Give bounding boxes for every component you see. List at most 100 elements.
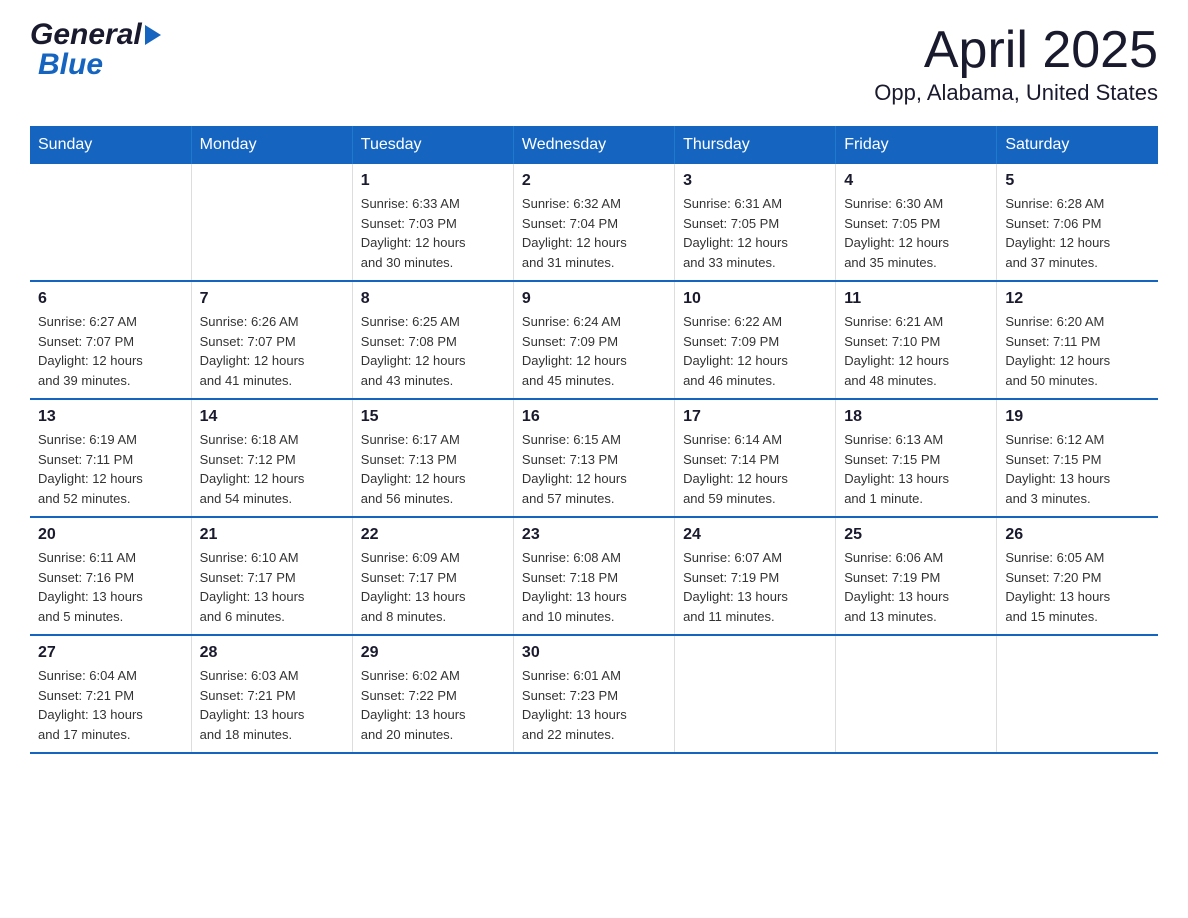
day-number: 28 — [200, 644, 344, 662]
calendar-cell-w1-d4: 2 Sunrise: 6:32 AM Sunset: 7:04 PM Daylig… — [513, 164, 674, 281]
logo-blue-text: Blue — [38, 48, 103, 81]
calendar-cell-w5-d6 — [836, 635, 997, 753]
day-number: 19 — [1005, 408, 1150, 426]
day-number: 26 — [1005, 526, 1150, 544]
calendar-cell-w4-d3: 22Sunrise: 6:09 AM Sunset: 7:17 PM Dayli… — [352, 517, 513, 635]
title-section: April 2025 Opp, Alabama, United States — [874, 20, 1158, 106]
calendar-cell-w5-d3: 29 Sunrise: 6:02 AM Sunset: 7:22 PM Dayli… — [352, 635, 513, 753]
calendar-cell-w1-d6: 4 Sunrise: 6:30 AM Sunset: 7:05 PM Daylig… — [836, 164, 997, 281]
day-number: 29 — [361, 644, 505, 662]
day-info: Sunrise: 6:32 AM Sunset: 7:04 PM Dayligh… — [522, 194, 666, 272]
day-info: Sunrise: 6:17 AM Sunset: 7:13 PM Dayligh… — [361, 430, 505, 508]
header-saturday: Saturday — [997, 126, 1158, 164]
day-info: Sunrise: 6:05 AM Sunset: 7:20 PM Dayligh… — [1005, 548, 1150, 626]
calendar-cell-w1-d7: 5 Sunrise: 6:28 AM Sunset: 7:06 PM Daylig… — [997, 164, 1158, 281]
calendar-cell-w5-d5 — [675, 635, 836, 753]
day-info: Sunrise: 6:28 AM Sunset: 7:06 PM Dayligh… — [1005, 194, 1150, 272]
day-number: 21 — [200, 526, 344, 544]
header-tuesday: Tuesday — [352, 126, 513, 164]
day-info: Sunrise: 6:04 AM Sunset: 7:21 PM Dayligh… — [38, 666, 183, 744]
calendar-cell-w3-d7: 19 Sunrise: 6:12 AM Sunset: 7:15 PM Dayli… — [997, 399, 1158, 517]
day-info: Sunrise: 6:19 AM Sunset: 7:11 PM Dayligh… — [38, 430, 183, 508]
calendar-cell-w4-d7: 26 Sunrise: 6:05 AM Sunset: 7:20 PM Dayli… — [997, 517, 1158, 635]
calendar-header: Sunday Monday Tuesday Wednesday Thursday… — [30, 126, 1158, 164]
logo-general-text: General — [30, 20, 142, 50]
day-info: Sunrise: 6:22 AM Sunset: 7:09 PM Dayligh… — [683, 312, 827, 390]
day-number: 6 — [38, 290, 183, 308]
calendar-cell-w1-d5: 3Sunrise: 6:31 AM Sunset: 7:05 PM Daylig… — [675, 164, 836, 281]
day-number: 18 — [844, 408, 988, 426]
day-number: 30 — [522, 644, 666, 662]
day-info: Sunrise: 6:27 AM Sunset: 7:07 PM Dayligh… — [38, 312, 183, 390]
calendar-body: 1 Sunrise: 6:33 AM Sunset: 7:03 PM Daylig… — [30, 164, 1158, 753]
calendar-cell-w3-d5: 17 Sunrise: 6:14 AM Sunset: 7:14 PM Dayli… — [675, 399, 836, 517]
day-info: Sunrise: 6:31 AM Sunset: 7:05 PM Dayligh… — [683, 194, 827, 272]
day-info: Sunrise: 6:26 AM Sunset: 7:07 PM Dayligh… — [200, 312, 344, 390]
day-number: 16 — [522, 408, 666, 426]
calendar-cell-w2-d4: 9Sunrise: 6:24 AM Sunset: 7:09 PM Daylig… — [513, 281, 674, 399]
calendar-cell-w4-d1: 20Sunrise: 6:11 AM Sunset: 7:16 PM Dayli… — [30, 517, 191, 635]
calendar-cell-w1-d3: 1 Sunrise: 6:33 AM Sunset: 7:03 PM Daylig… — [352, 164, 513, 281]
week-row-4: 20Sunrise: 6:11 AM Sunset: 7:16 PM Dayli… — [30, 517, 1158, 635]
calendar-cell-w2-d6: 11 Sunrise: 6:21 AM Sunset: 7:10 PM Dayli… — [836, 281, 997, 399]
calendar-cell-w3-d2: 14Sunrise: 6:18 AM Sunset: 7:12 PM Dayli… — [191, 399, 352, 517]
calendar-cell-w2-d2: 7 Sunrise: 6:26 AM Sunset: 7:07 PM Daylig… — [191, 281, 352, 399]
month-title: April 2025 — [874, 20, 1158, 80]
day-info: Sunrise: 6:21 AM Sunset: 7:10 PM Dayligh… — [844, 312, 988, 390]
calendar-cell-w3-d1: 13 Sunrise: 6:19 AM Sunset: 7:11 PM Dayli… — [30, 399, 191, 517]
calendar-cell-w5-d2: 28 Sunrise: 6:03 AM Sunset: 7:21 PM Dayli… — [191, 635, 352, 753]
day-number: 10 — [683, 290, 827, 308]
day-info: Sunrise: 6:20 AM Sunset: 7:11 PM Dayligh… — [1005, 312, 1150, 390]
day-number: 9 — [522, 290, 666, 308]
day-number: 5 — [1005, 172, 1150, 190]
day-header-row: Sunday Monday Tuesday Wednesday Thursday… — [30, 126, 1158, 164]
logo-triangle-icon — [145, 25, 161, 45]
day-info: Sunrise: 6:02 AM Sunset: 7:22 PM Dayligh… — [361, 666, 505, 744]
day-info: Sunrise: 6:14 AM Sunset: 7:14 PM Dayligh… — [683, 430, 827, 508]
day-info: Sunrise: 6:15 AM Sunset: 7:13 PM Dayligh… — [522, 430, 666, 508]
day-number: 11 — [844, 290, 988, 308]
day-number: 1 — [361, 172, 505, 190]
day-number: 2 — [522, 172, 666, 190]
day-number: 4 — [844, 172, 988, 190]
calendar-cell-w3-d6: 18 Sunrise: 6:13 AM Sunset: 7:15 PM Dayli… — [836, 399, 997, 517]
calendar-cell-w4-d6: 25 Sunrise: 6:06 AM Sunset: 7:19 PM Dayli… — [836, 517, 997, 635]
page-header: General Blue April 2025 Opp, Alabama, Un… — [30, 20, 1158, 106]
calendar-cell-w2-d7: 12 Sunrise: 6:20 AM Sunset: 7:11 PM Dayli… — [997, 281, 1158, 399]
day-info: Sunrise: 6:06 AM Sunset: 7:19 PM Dayligh… — [844, 548, 988, 626]
calendar-cell-w3-d3: 15Sunrise: 6:17 AM Sunset: 7:13 PM Dayli… — [352, 399, 513, 517]
day-info: Sunrise: 6:13 AM Sunset: 7:15 PM Dayligh… — [844, 430, 988, 508]
calendar-cell-w3-d4: 16 Sunrise: 6:15 AM Sunset: 7:13 PM Dayli… — [513, 399, 674, 517]
day-number: 13 — [38, 408, 183, 426]
day-number: 7 — [200, 290, 344, 308]
day-info: Sunrise: 6:33 AM Sunset: 7:03 PM Dayligh… — [361, 194, 505, 272]
calendar-cell-w2-d5: 10 Sunrise: 6:22 AM Sunset: 7:09 PM Dayli… — [675, 281, 836, 399]
day-number: 25 — [844, 526, 988, 544]
calendar-cell-w4-d5: 24Sunrise: 6:07 AM Sunset: 7:19 PM Dayli… — [675, 517, 836, 635]
day-info: Sunrise: 6:08 AM Sunset: 7:18 PM Dayligh… — [522, 548, 666, 626]
calendar-table: Sunday Monday Tuesday Wednesday Thursday… — [30, 126, 1158, 754]
header-wednesday: Wednesday — [513, 126, 674, 164]
calendar-cell-w4-d4: 23Sunrise: 6:08 AM Sunset: 7:18 PM Dayli… — [513, 517, 674, 635]
calendar-cell-w2-d1: 6 Sunrise: 6:27 AM Sunset: 7:07 PM Daylig… — [30, 281, 191, 399]
day-info: Sunrise: 6:03 AM Sunset: 7:21 PM Dayligh… — [200, 666, 344, 744]
calendar-cell-w2-d3: 8Sunrise: 6:25 AM Sunset: 7:08 PM Daylig… — [352, 281, 513, 399]
calendar-cell-w5-d7 — [997, 635, 1158, 753]
day-number: 12 — [1005, 290, 1150, 308]
logo: General Blue — [30, 20, 161, 80]
day-info: Sunrise: 6:07 AM Sunset: 7:19 PM Dayligh… — [683, 548, 827, 626]
calendar-cell-w4-d2: 21 Sunrise: 6:10 AM Sunset: 7:17 PM Dayli… — [191, 517, 352, 635]
day-number: 20 — [38, 526, 183, 544]
week-row-1: 1 Sunrise: 6:33 AM Sunset: 7:03 PM Daylig… — [30, 164, 1158, 281]
day-info: Sunrise: 6:10 AM Sunset: 7:17 PM Dayligh… — [200, 548, 344, 626]
header-sunday: Sunday — [30, 126, 191, 164]
day-info: Sunrise: 6:25 AM Sunset: 7:08 PM Dayligh… — [361, 312, 505, 390]
header-friday: Friday — [836, 126, 997, 164]
day-number: 14 — [200, 408, 344, 426]
day-number: 27 — [38, 644, 183, 662]
day-info: Sunrise: 6:12 AM Sunset: 7:15 PM Dayligh… — [1005, 430, 1150, 508]
day-info: Sunrise: 6:30 AM Sunset: 7:05 PM Dayligh… — [844, 194, 988, 272]
day-info: Sunrise: 6:09 AM Sunset: 7:17 PM Dayligh… — [361, 548, 505, 626]
day-number: 17 — [683, 408, 827, 426]
calendar-cell-w5-d4: 30Sunrise: 6:01 AM Sunset: 7:23 PM Dayli… — [513, 635, 674, 753]
